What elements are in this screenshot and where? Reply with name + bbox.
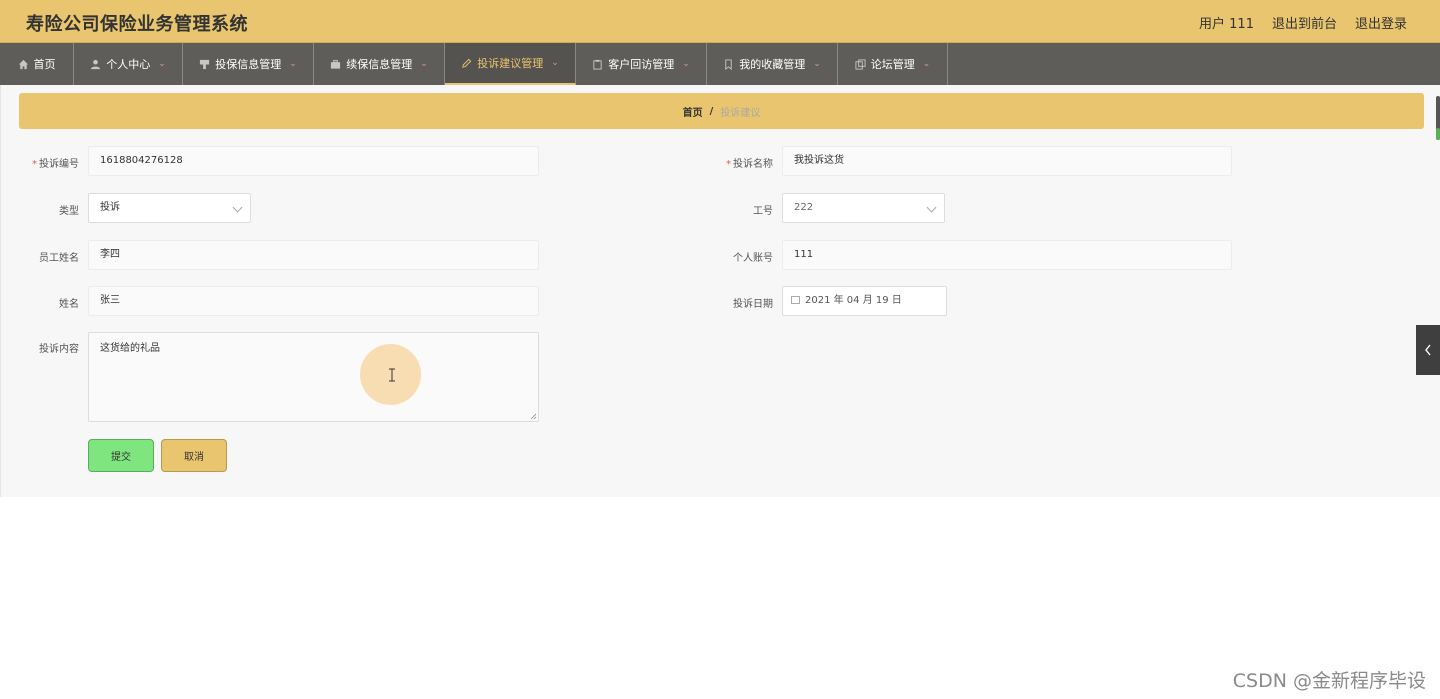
content-textarea[interactable]: 这货给的礼品	[88, 332, 539, 422]
complaint-name-input[interactable]: 我投诉这货	[782, 146, 1232, 176]
complaint-date-value: 2021 年 04 月 19 日	[805, 295, 902, 306]
calendar-icon	[791, 296, 800, 304]
breadcrumb-separator: /	[709, 105, 714, 117]
chevron-down-icon	[232, 202, 243, 213]
nav-item-label: 首页	[33, 58, 56, 71]
chevron-down-icon: ⌄	[289, 59, 297, 69]
complaint-no-input[interactable]: 1618804276128	[88, 146, 539, 176]
document-icon	[199, 59, 210, 70]
home-icon	[18, 59, 29, 70]
submit-button[interactable]: 提交	[88, 439, 154, 472]
scrollbar[interactable]	[1436, 96, 1440, 140]
content-value: 这货给的礼品	[100, 343, 160, 354]
logout-link[interactable]: 退出登录	[1355, 13, 1407, 32]
header-actions: 用户 111 退出到前台 退出登录	[1199, 13, 1407, 32]
copy-icon	[855, 58, 866, 70]
briefcase-icon	[330, 59, 341, 70]
chevron-down-icon: ⌄	[813, 59, 821, 69]
complaint-no-label: * 投诉编号	[32, 159, 79, 170]
main-nav: 首页 个人中心 ⌄ 投保信息管理 ⌄ 续保信息管理 ⌄ 投诉建议管理 ⌄ 客户回…	[0, 43, 1440, 85]
content-label: 投诉内容	[39, 344, 79, 355]
nav-item-label: 客户回访管理	[608, 58, 675, 71]
nav-item-policy-info[interactable]: 投保信息管理 ⌄	[183, 43, 314, 85]
clipboard-icon	[592, 59, 603, 70]
complaint-date-label: 投诉日期	[733, 299, 773, 310]
nav-item-label: 个人中心	[106, 58, 151, 71]
cancel-button[interactable]: 取消	[161, 439, 227, 472]
chevron-down-icon: ⌄	[158, 59, 166, 69]
main-content: 首页 / 投诉建议 * 投诉编号 1618804276128 * 投诉名称 我投诉这…	[0, 85, 1440, 497]
employee-no-value: 222	[794, 202, 814, 213]
user-icon	[90, 59, 101, 70]
type-select-value: 投诉	[100, 202, 120, 213]
employee-no-select[interactable]: 222	[782, 193, 945, 223]
account-input[interactable]: 111	[782, 240, 1232, 270]
watermark: CSDN @金新程序毕设	[1232, 670, 1426, 692]
complaint-name-label: * 投诉名称	[726, 159, 773, 170]
name-input[interactable]: 张三	[88, 286, 539, 316]
nav-item-forum[interactable]: 论坛管理 ⌄	[838, 43, 948, 85]
nav-item-label: 我的收藏管理	[739, 58, 806, 71]
breadcrumb: 首页 / 投诉建议	[19, 93, 1424, 129]
user-menu[interactable]: 用户 111	[1199, 13, 1254, 32]
type-label: 类型	[59, 206, 79, 217]
account-label: 个人账号	[733, 253, 773, 264]
exit-to-front-link[interactable]: 退出到前台	[1272, 13, 1337, 32]
employee-no-label: 工号	[753, 206, 773, 217]
side-panel-toggle[interactable]	[1416, 325, 1440, 375]
chevron-down-icon: ⌄	[420, 59, 428, 69]
edit-icon	[461, 58, 472, 69]
app-title: 寿险公司保险业务管理系统	[26, 14, 248, 35]
nav-item-customer-visits[interactable]: 客户回访管理 ⌄	[576, 43, 707, 85]
name-label: 姓名	[59, 299, 79, 310]
chevron-down-icon: ⌄	[922, 59, 931, 69]
nav-item-personal-center[interactable]: 个人中心 ⌄	[74, 43, 183, 85]
chevron-left-icon	[1425, 344, 1431, 356]
breadcrumb-current: 投诉建议	[720, 107, 761, 119]
bookmark-icon	[723, 58, 734, 70]
chevron-down-icon	[926, 202, 937, 213]
nav-item-home[interactable]: 首页	[0, 43, 74, 85]
nav-item-label: 论坛管理	[870, 58, 915, 71]
nav-item-renewal-info[interactable]: 续保信息管理 ⌄	[314, 43, 445, 85]
nav-item-complaints[interactable]: 投诉建议管理 ⌄	[445, 43, 576, 85]
nav-item-label: 续保信息管理	[346, 58, 413, 71]
employee-name-label: 员工姓名	[39, 253, 79, 264]
breadcrumb-home[interactable]: 首页	[683, 104, 703, 119]
employee-name-input[interactable]: 李四	[88, 240, 539, 270]
type-select[interactable]: 投诉	[88, 193, 251, 223]
nav-item-label: 投诉建议管理	[477, 57, 544, 70]
chevron-down-icon: ⌄	[682, 59, 690, 69]
text-cursor-icon	[389, 368, 395, 382]
nav-item-favorites[interactable]: 我的收藏管理 ⌄	[707, 43, 838, 85]
chevron-down-icon: ⌄	[551, 58, 559, 68]
top-header: 寿险公司保险业务管理系统 用户 111 退出到前台 退出登录	[0, 0, 1440, 43]
resize-grip-icon[interactable]	[530, 413, 537, 420]
complaint-date-picker[interactable]: 2021 年 04 月 19 日	[782, 286, 947, 316]
nav-item-label: 投保信息管理	[215, 58, 282, 71]
